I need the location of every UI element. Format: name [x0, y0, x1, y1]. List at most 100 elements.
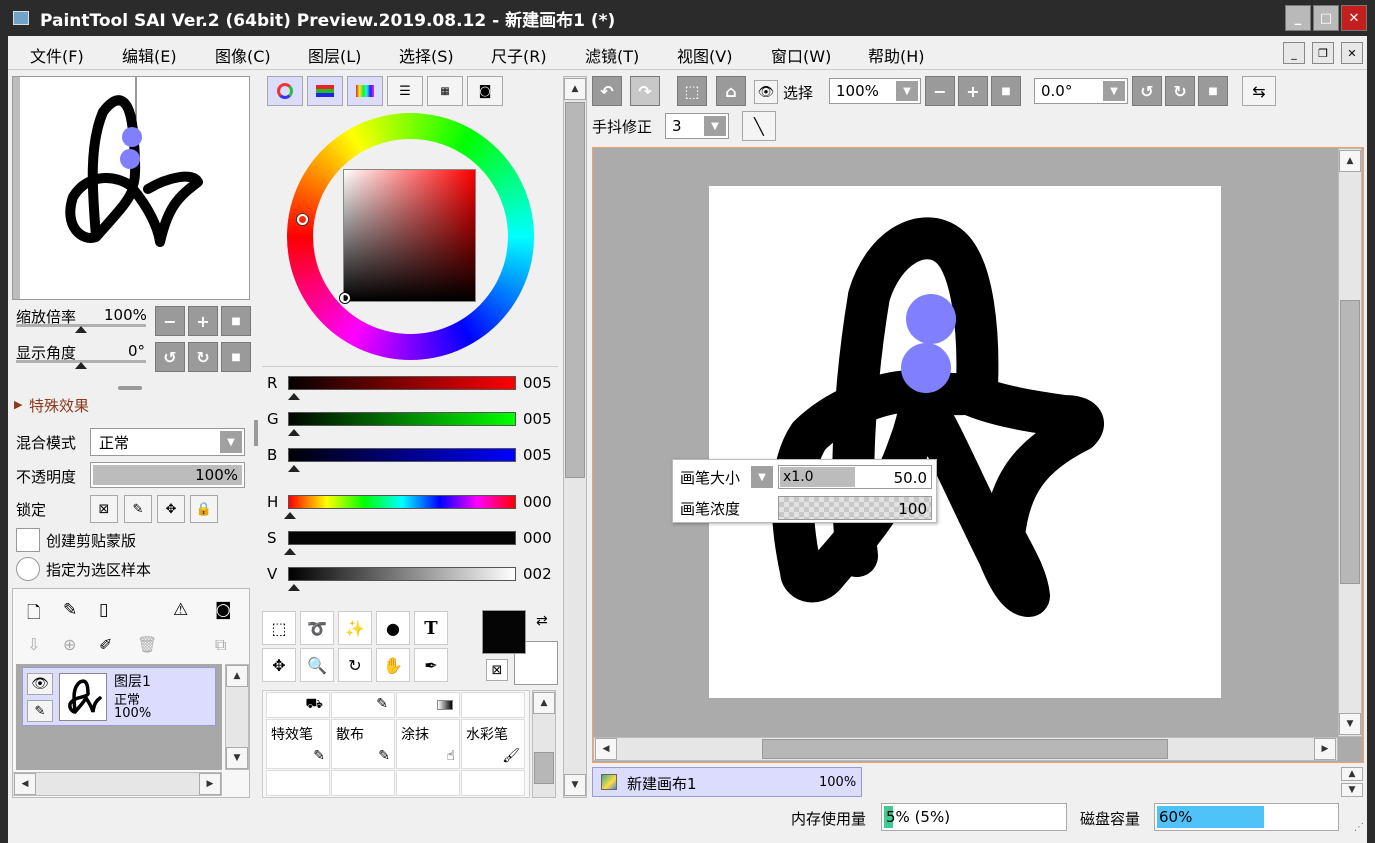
lock-move-button[interactable]: ✥ [157, 495, 185, 523]
menu-filter[interactable]: 滤镜(T) [585, 43, 639, 67]
canvas-zoom-out-button[interactable]: − [925, 76, 955, 106]
eyedropper-tool[interactable]: ✒ [414, 648, 448, 682]
brush-scroll-thumb[interactable] [534, 752, 554, 784]
brush-slot-empty-row[interactable] [461, 770, 525, 796]
canvas-tabs-scroll-down[interactable]: ▼ [1341, 783, 1363, 797]
red-slider-handle[interactable] [288, 393, 300, 400]
mdi-restore-button[interactable]: ❐ [1312, 42, 1334, 64]
menu-edit[interactable]: 编辑(E) [122, 43, 177, 67]
canvas-tab[interactable]: 新建画布1 100% [592, 767, 862, 797]
value-slider[interactable] [288, 567, 516, 581]
deselect-button[interactable]: ⬚ [677, 76, 707, 106]
menu-file[interactable]: 文件(F) [30, 43, 84, 67]
color-panel-scroll-up[interactable]: ▲ [564, 78, 586, 100]
stabilizer-select[interactable]: 3 ▼ [665, 113, 729, 139]
brush-slot-eraser[interactable]: ✎ [331, 692, 395, 718]
brush-size-slider[interactable]: x1.0 50.0 [778, 465, 932, 489]
brush-effect-pen[interactable]: 特效笔 ✎ [266, 719, 330, 769]
redo-button[interactable]: ↷ [630, 76, 660, 106]
navigator-preview[interactable] [12, 76, 250, 300]
line-mode-button[interactable]: ╲ [742, 111, 776, 141]
brush-scroll-up[interactable]: ▲ [533, 692, 555, 714]
zoom-in-button[interactable]: + [188, 306, 218, 336]
blend-mode-select[interactable]: 正常 ▼ [90, 428, 245, 456]
value-slider-handle[interactable] [288, 584, 300, 591]
brush-slot-empty-row[interactable] [396, 770, 460, 796]
layer-scroll-up[interactable]: ▲ [226, 665, 248, 687]
new-mask-icon[interactable]: ◙ [215, 600, 232, 620]
swatch-list-tab[interactable]: ☰ [387, 76, 423, 106]
effects-label[interactable]: 特殊效果 [29, 395, 89, 416]
selection-sample-radio[interactable] [16, 557, 40, 581]
color-wheel-tab[interactable] [267, 76, 303, 106]
layer-list-hscrollbar[interactable] [12, 772, 222, 796]
hsv-slider-tab[interactable] [347, 76, 383, 106]
saturation-value-square[interactable] [343, 169, 476, 302]
lasso-tool[interactable]: ➰ [300, 611, 334, 645]
show-selection-toggle[interactable]: 👁 [754, 80, 778, 104]
saturation-slider-handle[interactable] [284, 548, 296, 555]
resize-grip-icon[interactable]: ⋰ [1354, 822, 1364, 833]
opacity-slider[interactable]: 100% [90, 462, 245, 488]
menu-window[interactable]: 窗口(W) [771, 43, 831, 67]
menu-layer[interactable]: 图层(L) [308, 43, 361, 67]
layer-edit-toggle[interactable]: ✎ [27, 700, 53, 722]
canvas-vscroll-thumb[interactable] [1340, 300, 1360, 584]
canvas-scroll-right[interactable]: ▶ [1314, 738, 1336, 760]
canvas-scroll-down[interactable]: ▼ [1339, 713, 1361, 735]
green-slider[interactable] [288, 412, 516, 426]
brush-slot-empty-row[interactable] [266, 770, 330, 796]
canvas-document[interactable] [709, 186, 1221, 698]
mdi-close-button[interactable]: ✕ [1341, 42, 1363, 64]
zoom-tool[interactable]: 🔍 [300, 648, 334, 682]
color-wheel-hue-marker[interactable] [297, 214, 308, 225]
canvas-scroll-up[interactable]: ▲ [1339, 150, 1361, 172]
effects-expand-icon[interactable]: ▶ [14, 398, 22, 411]
hue-slider[interactable] [288, 495, 516, 509]
canvas-zoom-reset-button[interactable]: ■ [991, 76, 1021, 106]
hue-slider-handle[interactable] [284, 512, 296, 519]
lock-transparency-button[interactable]: ⊠ [90, 495, 118, 523]
lock-paint-button[interactable]: ✎ [124, 495, 152, 523]
zoom-slider-handle[interactable] [75, 326, 87, 333]
text-tool[interactable]: T [414, 611, 448, 645]
canvas-rotate-right-button[interactable]: ↻ [1165, 76, 1195, 106]
panel-divider-handle[interactable] [118, 386, 142, 390]
scratchpad-tab[interactable]: ◙ [467, 76, 503, 106]
brush-slot-bucket[interactable]: ⛟ [266, 692, 330, 718]
rgb-slider-tab[interactable] [307, 76, 343, 106]
brush-smudge[interactable]: 涂抹 ☝ [396, 719, 460, 769]
panel-splitter[interactable] [254, 420, 258, 446]
menu-ruler[interactable]: 尺子(R) [491, 43, 547, 67]
clip-mask-checkbox[interactable] [16, 528, 40, 552]
clear-layer-icon[interactable]: ✐ [99, 635, 112, 654]
layer-row[interactable]: 👁 ✎ 图层1 正常 100% [22, 667, 216, 726]
red-slider[interactable] [288, 376, 516, 390]
canvas-scroll-left[interactable]: ◀ [595, 738, 617, 760]
saturation-slider[interactable] [288, 531, 516, 545]
brush-slot-gradient[interactable] [396, 692, 460, 718]
transfer-layer-icon[interactable]: ⧉ [215, 635, 226, 655]
rotate-right-button[interactable]: ↻ [188, 342, 218, 372]
hand-tool[interactable]: ✋ [376, 648, 410, 682]
new-layer-icon[interactable]: 🗋 [27, 600, 41, 629]
brush-density-slider[interactable]: 100 [778, 496, 932, 520]
invert-selection-button[interactable]: ⌂ [716, 76, 746, 106]
brush-size-multiplier-dropdown[interactable]: ▼ [751, 466, 773, 488]
rotate-left-button[interactable]: ↺ [155, 342, 185, 372]
new-pen-layer-icon[interactable]: ✎ [63, 600, 77, 620]
canvas-zoom-in-button[interactable]: + [958, 76, 988, 106]
merge-down-icon[interactable]: ⇩ [27, 635, 40, 654]
angle-slider-handle[interactable] [75, 362, 87, 369]
brush-watercolor[interactable]: 水彩笔 🖌 [461, 719, 525, 769]
move-tool[interactable]: ✥ [262, 648, 296, 682]
green-slider-handle[interactable] [288, 429, 300, 436]
new-folder-icon[interactable]: ▯ [99, 600, 108, 620]
zoom-reset-button[interactable]: ■ [221, 306, 251, 336]
shape-tool[interactable]: ● [376, 611, 410, 645]
zoom-out-button[interactable]: − [155, 306, 185, 336]
undo-button[interactable]: ↶ [592, 76, 622, 106]
layer-effect-icon[interactable]: ⚠ [173, 600, 188, 620]
lock-all-button[interactable]: 🔒 [190, 495, 218, 523]
saturation-value-marker[interactable] [340, 293, 350, 303]
